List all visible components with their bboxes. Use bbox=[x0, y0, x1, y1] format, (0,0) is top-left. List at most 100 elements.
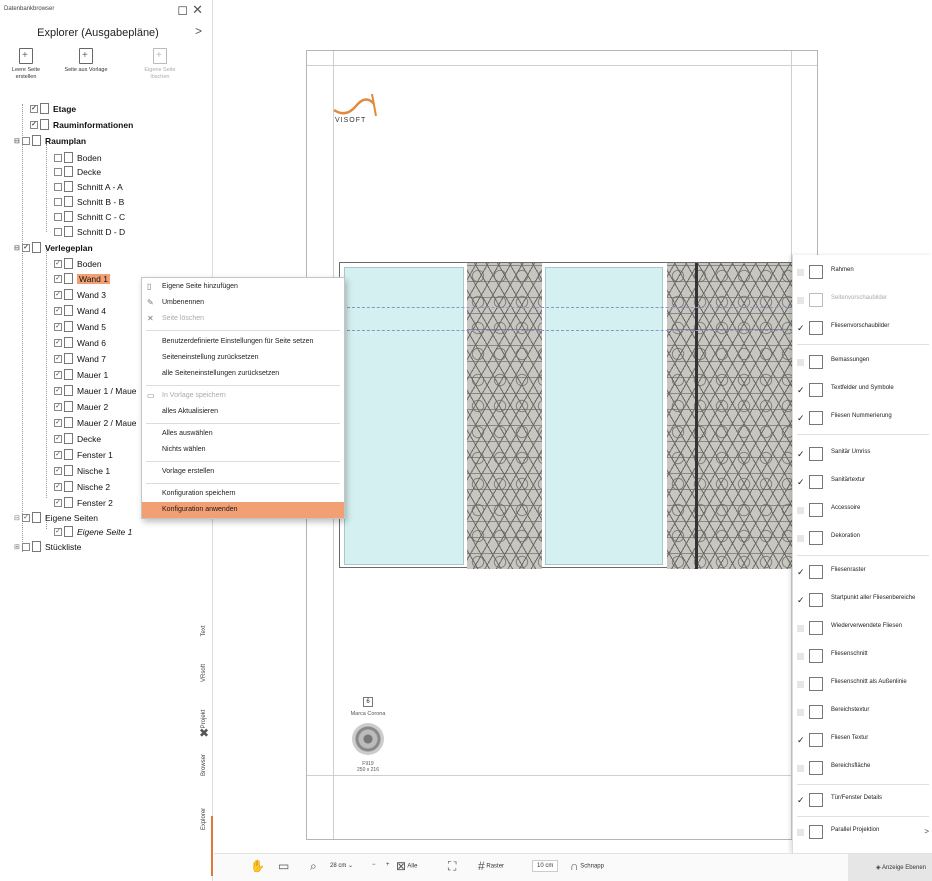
measure-icon[interactable]: ▭ bbox=[278, 859, 289, 873]
checkbox[interactable] bbox=[54, 167, 62, 176]
tree-group-raumplan[interactable]: ⊟ Raumplan bbox=[14, 134, 86, 147]
checkbox[interactable] bbox=[54, 182, 62, 191]
menu-item-custom-settings[interactable]: Benutzerdefinierte Einstellungen für Sei… bbox=[142, 334, 344, 350]
grid-button[interactable]: # Raster bbox=[478, 859, 504, 873]
checkbox[interactable]: ✓ bbox=[54, 450, 62, 459]
checkbox[interactable] bbox=[797, 625, 804, 632]
checkbox[interactable]: ✓ bbox=[54, 274, 62, 283]
expand-icon[interactable]: ⊞ bbox=[14, 543, 22, 551]
menu-item-reset-all-settings[interactable]: alle Seiteneinstellungen zurücksetzen bbox=[142, 366, 344, 382]
checkbox[interactable] bbox=[797, 709, 804, 716]
tab-explorer[interactable]: Explorer bbox=[196, 808, 213, 876]
tree-group-verlegeplan[interactable]: ⊟ ✓ Verlegeplan bbox=[14, 241, 93, 254]
checkbox[interactable]: ✓ bbox=[22, 513, 30, 522]
check-icon[interactable]: ✓ bbox=[797, 323, 805, 334]
menu-item-delete-page[interactable]: ✕ Seite löschen bbox=[142, 311, 344, 327]
checkbox[interactable]: ✓ bbox=[30, 104, 38, 113]
check-icon[interactable]: ✓ bbox=[797, 795, 805, 806]
check-icon[interactable]: ✓ bbox=[797, 477, 805, 488]
tree-item-wand-4[interactable]: ✓ Wand 4 bbox=[54, 304, 106, 317]
collapse-icon[interactable]: ⊟ bbox=[14, 514, 22, 522]
layer-tuer-fenster[interactable]: ✓ Tür/Fenster Details bbox=[793, 789, 932, 813]
layer-bemassungen[interactable]: Bemassungen bbox=[793, 351, 932, 375]
layer-startpunkt[interactable]: ✓ Startpunkt aller Fliesenbereiche bbox=[793, 589, 932, 613]
layer-rahmen[interactable]: Rahmen bbox=[793, 261, 932, 285]
checkbox[interactable] bbox=[797, 297, 804, 304]
tree-item-wand-3[interactable]: ✓ Wand 3 bbox=[54, 288, 106, 301]
tree-item-fenster-1[interactable]: ✓ Fenster 1 bbox=[54, 448, 113, 461]
menu-item-refresh-all[interactable]: alles Aktualisieren bbox=[142, 404, 344, 420]
undock-icon[interactable]: ◻ bbox=[177, 2, 192, 17]
layer-fliesen-textur[interactable]: ✓ Fliesen Textur bbox=[793, 729, 932, 753]
layer-parallel-projektion[interactable]: Parallel Projektion > bbox=[793, 821, 932, 845]
tree-item-mauer-1-combo[interactable]: ✓ Mauer 1 / Maue bbox=[54, 384, 137, 397]
checkbox[interactable] bbox=[797, 535, 804, 542]
checkbox[interactable]: ✓ bbox=[30, 120, 38, 129]
checkbox[interactable]: ✓ bbox=[54, 482, 62, 491]
checkbox[interactable] bbox=[54, 227, 62, 236]
tree-item-verlegeplan-boden[interactable]: ✓ Boden bbox=[54, 257, 102, 270]
menu-item-rename[interactable]: ✎ Umbenennen bbox=[142, 295, 344, 311]
checkbox[interactable]: ✓ bbox=[54, 370, 62, 379]
menu-item-select-none[interactable]: Nichts wählen bbox=[142, 442, 344, 458]
layer-sanitaertextur[interactable]: ✓ Sanitärtextur bbox=[793, 471, 932, 495]
checkbox[interactable] bbox=[797, 681, 804, 688]
checkbox[interactable]: ✓ bbox=[54, 306, 62, 315]
checkbox[interactable]: ✓ bbox=[54, 498, 62, 507]
checkbox[interactable] bbox=[22, 136, 30, 145]
collapse-icon[interactable]: ⊟ bbox=[14, 244, 22, 252]
check-icon[interactable]: ✓ bbox=[797, 595, 805, 606]
collapse-icon[interactable]: ⊟ bbox=[14, 137, 22, 145]
checkbox[interactable] bbox=[22, 542, 30, 551]
checkbox[interactable]: ✓ bbox=[54, 259, 62, 268]
checkbox[interactable] bbox=[54, 212, 62, 221]
menu-item-reset-page-settings[interactable]: Seiteneinstellung zurücksetzen bbox=[142, 350, 344, 366]
layer-wiederverwendete[interactable]: Wiederverwendete Fliesen bbox=[793, 617, 932, 641]
checkbox[interactable] bbox=[797, 269, 804, 276]
menu-item-save-config[interactable]: Konfiguration speichern bbox=[142, 486, 344, 502]
menu-item-add-page[interactable]: ▯ Eigene Seite hinzufügen bbox=[142, 279, 344, 295]
menu-item-create-template[interactable]: Vorlage erstellen bbox=[142, 464, 344, 480]
checkbox[interactable]: ✓ bbox=[54, 466, 62, 475]
layer-fliesenschnitt[interactable]: Fliesenschnitt bbox=[793, 645, 932, 669]
checkbox[interactable]: ✓ bbox=[54, 434, 62, 443]
fit-all-button[interactable]: ⊠ Alle bbox=[396, 859, 417, 873]
checkbox[interactable]: ✓ bbox=[54, 386, 62, 395]
layer-bereichstextur[interactable]: Bereichstextur bbox=[793, 701, 932, 725]
checkbox[interactable] bbox=[54, 197, 62, 206]
new-blank-page-button[interactable]: Leere Seite erstellen bbox=[4, 48, 48, 81]
layer-fliesenschnitt-aussenlinie[interactable]: Fliesenschnitt als Außenlinie bbox=[793, 673, 932, 697]
tree-item-raumplan-boden[interactable]: Boden bbox=[54, 151, 102, 164]
layer-sanitaer-umriss[interactable]: ✓ Sanitär Umriss bbox=[793, 443, 932, 467]
tree-item-schnitt-a[interactable]: Schnitt A - A bbox=[54, 180, 123, 193]
zoom-icon[interactable]: ⌕ bbox=[310, 859, 317, 874]
tree-item-nische-1[interactable]: ✓ Nische 1 bbox=[54, 464, 110, 477]
layer-seitenvorschaubilder[interactable]: Seitenvorschaubilder bbox=[793, 289, 932, 313]
checkbox[interactable]: ✓ bbox=[54, 338, 62, 347]
check-icon[interactable]: ✓ bbox=[797, 735, 805, 746]
tree-item-mauer-2[interactable]: ✓ Mauer 2 bbox=[54, 400, 108, 413]
tree-item-eigene-seite-1[interactable]: ✓ Eigene Seite 1 bbox=[54, 525, 132, 538]
checkbox[interactable] bbox=[54, 153, 62, 162]
tree-item-wand-5[interactable]: ✓ Wand 5 bbox=[54, 320, 106, 333]
chevron-right-icon[interactable]: > bbox=[924, 827, 929, 836]
tree-item-fenster-2[interactable]: ✓ Fenster 2 bbox=[54, 496, 113, 509]
check-icon[interactable]: ✓ bbox=[797, 567, 805, 578]
checkbox[interactable]: ✓ bbox=[54, 418, 62, 427]
grid-value-field[interactable]: 10 cm bbox=[532, 860, 559, 872]
layer-accessoire[interactable]: Accessoire bbox=[793, 499, 932, 523]
tree-item-verlegeplan-decke[interactable]: ✓ Decke bbox=[54, 432, 101, 445]
tree-item-nische-2[interactable]: ✓ Nische 2 bbox=[54, 480, 110, 493]
pan-hand-icon[interactable]: ✋ bbox=[250, 859, 265, 873]
layer-bereichsflaeche[interactable]: Bereichsfläche bbox=[793, 757, 932, 781]
checkbox[interactable] bbox=[797, 765, 804, 772]
tree-item-mauer-2-combo[interactable]: ✓ Mauer 2 / Maue bbox=[54, 416, 137, 429]
tree-item-wand-1[interactable]: ✓ Wand 1 bbox=[54, 272, 110, 285]
menu-item-apply-config[interactable]: Konfiguration anwenden bbox=[142, 502, 344, 518]
menu-item-save-template[interactable]: ▭ In Vorlage speichern bbox=[142, 388, 344, 404]
tree-item-schnitt-b[interactable]: Schnitt B - B bbox=[54, 195, 124, 208]
checkbox[interactable]: ✓ bbox=[54, 354, 62, 363]
zoom-value[interactable]: 28 cm ⌄ bbox=[330, 862, 353, 869]
layer-textfelder[interactable]: ✓ Textfelder und Symbole bbox=[793, 379, 932, 403]
tree-item-rauminformationen[interactable]: ✓ Rauminformationen bbox=[30, 118, 133, 131]
